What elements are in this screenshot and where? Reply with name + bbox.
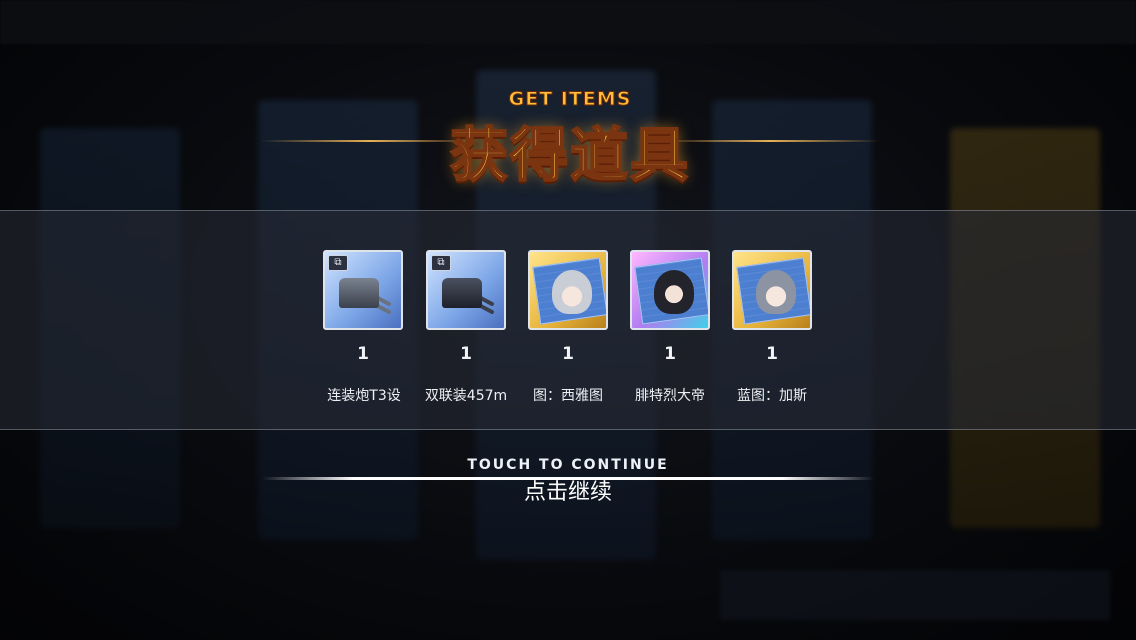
reward-item[interactable]: 1 (732, 250, 814, 364)
character-portrait (654, 270, 694, 314)
reward-item[interactable]: 1 (630, 250, 712, 364)
equipment-badge-icon: ⧉ (431, 255, 451, 271)
title-chinese: 获得道具 (449, 120, 690, 190)
item-icon-frame (630, 250, 710, 330)
item-icon-frame: ⧉ (426, 250, 506, 330)
item-name: 双联装457m (424, 388, 508, 404)
item-quantity: 1 (357, 344, 369, 364)
item-icon-frame: ⧉ (323, 250, 403, 330)
character-portrait (552, 270, 592, 314)
reward-item[interactable]: 1 (528, 250, 610, 364)
touch-to-continue-label[interactable]: TOUCH TO CONTINUE (400, 457, 736, 473)
item-icon-frame (528, 250, 608, 330)
item-quantity: 1 (460, 344, 472, 364)
item-name: 蓝图：加斯 (737, 388, 807, 404)
reward-item[interactable]: ⧉ 1 (323, 250, 405, 364)
item-name: 图：西雅图 (533, 388, 603, 404)
item-name: 连装炮T3设 (327, 388, 401, 404)
item-quantity: 1 (562, 344, 574, 364)
item-icon-frame (732, 250, 812, 330)
item-quantity: 1 (664, 344, 676, 364)
reward-item[interactable]: ⧉ 1 (426, 250, 508, 364)
title-english: GET ITEMS (508, 88, 632, 111)
touch-to-continue-chinese[interactable]: 点击继续 (468, 474, 668, 506)
naval-turret-dark-icon (442, 278, 482, 308)
naval-turret-icon (339, 278, 379, 308)
item-name: 腓特烈大帝 (635, 388, 705, 404)
item-quantity: 1 (766, 344, 778, 364)
character-portrait (756, 270, 796, 314)
equipment-badge-icon: ⧉ (328, 255, 348, 271)
